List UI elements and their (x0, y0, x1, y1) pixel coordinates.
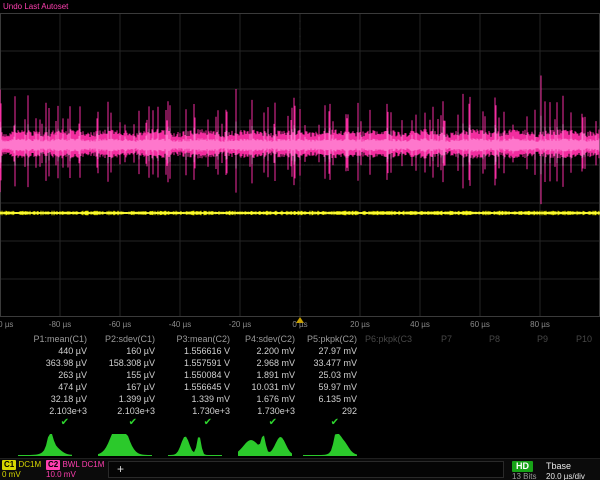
measure-value-cell: 1.339 mV (163, 393, 238, 405)
add-trace-button[interactable]: + (117, 462, 124, 477)
measure-value-cell: 1.557591 V (163, 357, 238, 369)
table-row: 263 µV155 µV1.550084 V1.891 mV25.03 mV (0, 369, 600, 381)
measure-value-cell: 33.477 mV (303, 357, 365, 369)
time-axis-label: -20 µs (229, 320, 251, 329)
measure-value-cell: 263 µV (0, 369, 95, 381)
channel-c2-descriptor[interactable]: C2 BWL DC1M 10.0 mV (46, 460, 104, 480)
c2-coupling-label: BWL DC1M (62, 460, 104, 469)
c1-scale-label: 0 mV (2, 470, 41, 480)
waveform-grid-area[interactable] (0, 13, 600, 317)
measure-value-cell: 2.200 mV (238, 345, 303, 357)
measure-value-cell: 1.550084 V (163, 369, 238, 381)
c1-coupling-label: DC1M (18, 460, 41, 469)
measure-value-cell: 1.556645 V (163, 381, 238, 393)
measure-value-cell: 155 µV (95, 369, 163, 381)
time-axis-label: 0 µs (292, 320, 307, 329)
measure-header-cell[interactable]: P6:pkpk(C3) (365, 333, 412, 345)
measurement-table: P1:mean(C1)P2:sdev(C1)P3:mean(C2)P4:sdev… (0, 333, 600, 429)
time-axis: -100 µs -80 µs -60 µs -40 µs -20 µs 0 µs 20 µs… (0, 318, 600, 332)
c1-chip: C1 (2, 460, 16, 470)
measure-value-cell: 6.135 mV (303, 393, 365, 405)
time-axis-label: -100 µs (0, 320, 13, 329)
table-row: 2.103e+32.103e+31.730e+31.730e+3292 (0, 405, 600, 417)
status-check: ✔ (303, 417, 365, 429)
timebase-bits-label: 13 Bits (512, 472, 536, 480)
measure-header-cell[interactable]: P2:sdev(C1) (95, 333, 163, 345)
measure-value-cell: 59.97 mV (303, 381, 365, 393)
measure-value-cell: 158.308 µV (95, 357, 163, 369)
status-check: ✔ (238, 417, 303, 429)
trace-slot-panel: + (108, 461, 504, 478)
table-row: P1:mean(C1)P2:sdev(C1)P3:mean(C2)P4:sdev… (0, 333, 600, 345)
c2-scale-label: 10.0 mV (46, 470, 104, 480)
table-row: ✔✔✔✔✔ (0, 417, 600, 429)
table-row: 363.98 µV158.308 µV1.557591 V2.968 mV33.… (0, 357, 600, 369)
measure-value-cell: 292 (303, 405, 365, 417)
measure-value-cell: 1.399 µV (95, 393, 163, 405)
channel-c1-descriptor[interactable]: C1 DC1M 0 mV (2, 460, 41, 480)
top-strip: Undo Last Autoset (0, 0, 600, 13)
measure-value-cell: 1.891 mV (238, 369, 303, 381)
table-row: 474 µV167 µV1.556645 V10.031 mV59.97 mV (0, 381, 600, 393)
oscilloscope-screen: Undo Last Autoset -100 µs -80 µs -60 µs -40… (0, 0, 600, 480)
time-axis-label: 20 µs (350, 320, 370, 329)
histicon (303, 432, 357, 456)
table-row: 32.18 µV1.399 µV1.339 mV1.676 mV6.135 mV (0, 393, 600, 405)
measure-value-cell: 440 µV (0, 345, 95, 357)
measure-header-cell[interactable]: P9 (508, 333, 556, 345)
status-check: ✔ (163, 417, 238, 429)
status-check: ✔ (0, 417, 95, 429)
measure-value-cell: 1.730e+3 (238, 405, 303, 417)
time-axis-label: 80 µs (530, 320, 550, 329)
c2-chip: C2 (46, 460, 60, 470)
measure-value-cell: 25.03 mV (303, 369, 365, 381)
measure-value-cell: 1.676 mV (238, 393, 303, 405)
time-axis-label: -80 µs (49, 320, 71, 329)
time-axis-label: 40 µs (410, 320, 430, 329)
measure-header-cell[interactable]: P7 (412, 333, 460, 345)
measure-header-cell[interactable]: P1:mean(C1) (0, 333, 95, 345)
measure-value-cell: 160 µV (95, 345, 163, 357)
measure-value-cell: 1.556616 V (163, 345, 238, 357)
measure-value-cell: 2.968 mV (238, 357, 303, 369)
histicon (18, 432, 72, 456)
bottom-status-bar: C1 DC1M 0 mV C2 BWL DC1M 10.0 mV + HD Tb… (0, 458, 600, 480)
measure-value-cell: 2.103e+3 (95, 405, 163, 417)
measure-header-cell[interactable]: P3:mean(C2) (163, 333, 238, 345)
time-axis-label: 60 µs (470, 320, 490, 329)
table-row: 440 µV160 µV1.556616 V2.200 mV27.97 mV (0, 345, 600, 357)
histicon (168, 432, 222, 456)
waveform-display[interactable] (0, 13, 600, 317)
measure-value-cell: 2.103e+3 (0, 405, 95, 417)
histicon (238, 432, 292, 456)
status-check: ✔ (95, 417, 163, 429)
histicon-row (0, 431, 600, 457)
measure-header-cell[interactable]: P8 (460, 333, 508, 345)
measure-header-cell[interactable]: P10 (556, 333, 600, 345)
time-axis-label: -60 µs (109, 320, 131, 329)
timebase-label[interactable]: Tbase (546, 461, 571, 472)
measure-value-cell: 10.031 mV (238, 381, 303, 393)
measure-value-cell: 167 µV (95, 381, 163, 393)
measure-value-cell: 32.18 µV (0, 393, 95, 405)
measure-value-cell: 363.98 µV (0, 357, 95, 369)
timebase-scale-label[interactable]: 20.0 µs/div (546, 472, 585, 480)
measure-value-cell: 474 µV (0, 381, 95, 393)
measure-header-cell[interactable]: P5:pkpk(C2) (303, 333, 365, 345)
histicon (98, 432, 152, 456)
measure-header-cell[interactable]: P4:sdev(C2) (238, 333, 303, 345)
measure-value-cell: 27.97 mV (303, 345, 365, 357)
measure-value-cell: 1.730e+3 (163, 405, 238, 417)
hd-mode-badge: HD (512, 461, 533, 472)
time-axis-label: -40 µs (169, 320, 191, 329)
undo-last-autoset-button[interactable]: Undo Last Autoset (3, 2, 68, 11)
